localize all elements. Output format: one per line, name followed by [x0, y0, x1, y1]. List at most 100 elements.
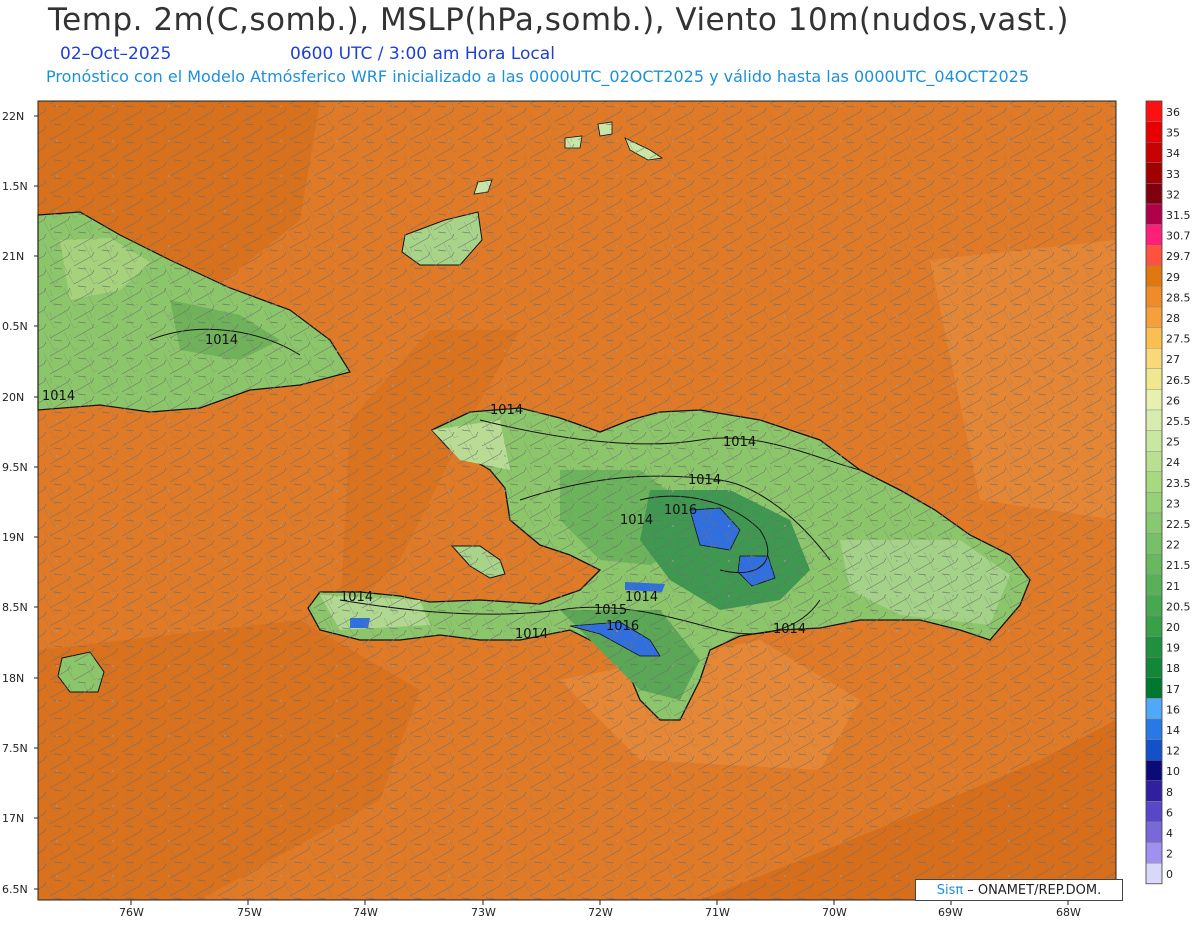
- colorbar-label: 6: [1166, 806, 1173, 819]
- isobar-label: 1015: [594, 603, 627, 618]
- colorbar-label: 26.5: [1166, 374, 1191, 387]
- colorbar-label: 25.5: [1166, 415, 1191, 428]
- lon-label: 68W: [1056, 906, 1081, 919]
- latitude-axis: 22N 1.5N 21N 0.5N 20N 9.5N 19N 8.5N 18N …: [2, 110, 38, 896]
- lat-label: 19N: [2, 531, 24, 544]
- colorbar-swatch: [1145, 162, 1163, 184]
- lat-label: 6.5N: [2, 883, 28, 896]
- isobar-label: 1014: [625, 590, 658, 605]
- colorbar-label: 29: [1166, 271, 1180, 284]
- isobar-label: 1014: [773, 622, 806, 637]
- colorbar-label: 12: [1166, 745, 1180, 758]
- colorbar-label: 22.5: [1166, 518, 1191, 531]
- isobar-label: 1014: [620, 513, 653, 528]
- lat-label: 22N: [2, 110, 24, 123]
- colorbar-label: 20: [1166, 621, 1180, 634]
- colorbar-label: 24: [1166, 456, 1180, 469]
- colorbar-swatch: [1145, 492, 1163, 514]
- colorbar-swatch: [1145, 554, 1163, 576]
- credit-brand: Sisπ: [936, 882, 964, 898]
- colorbar-label: 22: [1166, 539, 1180, 552]
- colorbar-swatch: [1145, 327, 1163, 349]
- colorbar-swatch: [1145, 760, 1163, 782]
- lat-label: 7.5N: [2, 742, 28, 755]
- colorbar-label: 30.7: [1166, 230, 1191, 243]
- colorbar-label: 28: [1166, 312, 1180, 325]
- isobar-label: 1014: [205, 333, 238, 348]
- colorbar-label: 18: [1166, 662, 1180, 675]
- colorbar-label: 23: [1166, 497, 1180, 510]
- colorbar-label: 26: [1166, 394, 1180, 407]
- colorbar-label: 20.5: [1166, 600, 1191, 613]
- lat-label: 18N: [2, 672, 24, 685]
- longitude-axis: 76W 75W 74W 73W 72W 71W 70W 69W 68W: [119, 900, 1081, 919]
- colorbar-swatch: [1145, 512, 1163, 534]
- colorbar-label: 35: [1166, 127, 1180, 140]
- colorbar-label: 36: [1166, 106, 1180, 119]
- colorbar-label: 19: [1166, 642, 1180, 655]
- colorbar-swatch: [1145, 677, 1163, 699]
- isobar-label: 1014: [42, 389, 75, 404]
- colorbar-swatch: [1145, 615, 1163, 637]
- colorbar-swatch: [1145, 842, 1163, 864]
- lon-label: 74W: [353, 906, 378, 919]
- colorbar-swatch: [1145, 183, 1163, 205]
- colorbar-swatch: [1145, 306, 1163, 328]
- colorbar-swatch: [1145, 471, 1163, 493]
- colorbar-swatch: [1145, 657, 1163, 679]
- colorbar-swatch: [1145, 739, 1163, 761]
- colorbar-swatch: [1145, 574, 1163, 596]
- colorbar-label: 25: [1166, 436, 1180, 449]
- colorbar-swatch: [1145, 718, 1163, 740]
- colorbar-label: 27: [1166, 353, 1180, 366]
- isobar-label: 1014: [515, 627, 548, 642]
- lat-label: 17N: [2, 812, 24, 825]
- colorbar-swatch: [1145, 698, 1163, 720]
- lat-label: 1.5N: [2, 180, 28, 193]
- temperature-colorbar: 363534333231.530.729.72928.52827.52726.5…: [1145, 100, 1191, 885]
- colorbar-swatch: [1145, 801, 1163, 823]
- colorbar-swatch: [1145, 409, 1163, 431]
- colorbar-swatch: [1145, 389, 1163, 411]
- lon-label: 69W: [938, 906, 963, 919]
- colorbar-swatch: [1145, 451, 1163, 473]
- colorbar-label: 23.5: [1166, 477, 1191, 490]
- colorbar-swatch: [1145, 430, 1163, 452]
- colorbar-swatch: [1145, 244, 1163, 266]
- lon-label: 75W: [237, 906, 262, 919]
- colorbar-label: 33: [1166, 168, 1180, 181]
- colorbar-label: 34: [1166, 147, 1180, 160]
- lat-label: 0.5N: [2, 320, 28, 333]
- colorbar-swatch: [1145, 203, 1163, 225]
- colorbar-swatch: [1145, 224, 1163, 246]
- colorbar-swatch: [1145, 368, 1163, 390]
- colorbar-swatch: [1145, 863, 1163, 885]
- colorbar-swatch: [1145, 595, 1163, 617]
- lat-label: 20N: [2, 391, 24, 404]
- colorbar-label: 21: [1166, 580, 1180, 593]
- lon-label: 73W: [471, 906, 496, 919]
- colorbar-label: 0: [1166, 868, 1173, 881]
- colorbar-label: 16: [1166, 703, 1180, 716]
- colorbar-swatch: [1145, 100, 1163, 122]
- lat-label: 9.5N: [2, 461, 28, 474]
- colorbar-label: 21.5: [1166, 559, 1191, 572]
- colorbar-label: 14: [1166, 724, 1180, 737]
- lat-label: 21N: [2, 250, 24, 263]
- isobar-label: 1014: [490, 403, 523, 418]
- credit-box: Sisπ – ONAMET/REP.DOM.: [915, 879, 1123, 901]
- colorbar-label: 29.7: [1166, 250, 1191, 263]
- isobar-label: 1014: [340, 590, 373, 605]
- colorbar-label: 28.5: [1166, 291, 1191, 304]
- colorbar-label: 32: [1166, 188, 1180, 201]
- isobar-label: 1014: [723, 435, 756, 450]
- colorbar-label: 8: [1166, 786, 1173, 799]
- isobar-label: 1016: [664, 503, 697, 518]
- lon-label: 72W: [588, 906, 613, 919]
- isobar-label: 1014: [688, 473, 721, 488]
- colorbar-label: 31.5: [1166, 209, 1191, 222]
- credit-text: – ONAMET/REP.DOM.: [967, 882, 1102, 898]
- colorbar-swatch: [1145, 121, 1163, 143]
- lat-label: 8.5N: [2, 601, 28, 614]
- colorbar-swatch: [1145, 533, 1163, 555]
